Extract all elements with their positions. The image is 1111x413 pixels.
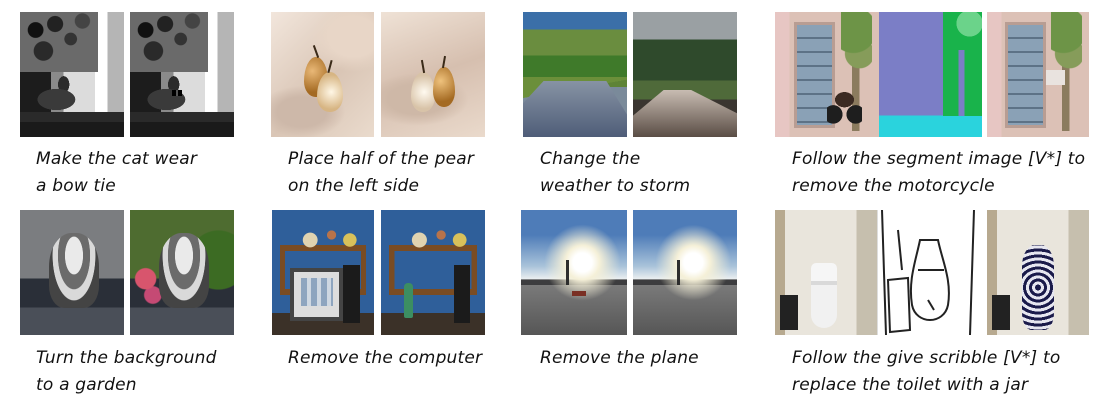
trash-bin: [992, 295, 1011, 330]
example-7-caption: Remove the plane: [540, 345, 699, 372]
example-7-output-image: [633, 210, 737, 335]
example-6-input-image: [272, 210, 374, 335]
caption-line: to a garden: [36, 375, 137, 395]
caption-line: Remove the computer: [288, 348, 483, 368]
jar: [1021, 245, 1055, 330]
foliage: [20, 12, 98, 72]
caption-line: remove the motorcycle: [792, 176, 995, 196]
segment-region: [951, 12, 982, 50]
wall-box: [1046, 69, 1065, 85]
caption-line: Place half of the pear: [288, 149, 475, 169]
pear-stem: [312, 45, 320, 58]
computer-tower: [343, 265, 360, 323]
caption-line: replace the toilet with a jar: [792, 375, 1029, 395]
foliage: [130, 12, 208, 72]
example-8-output-image: [987, 210, 1089, 335]
example-3-output-image: [633, 12, 737, 137]
bow-tie: [171, 89, 182, 96]
example-1-caption: Make the cat wear a bow tie: [36, 146, 197, 200]
pear: [317, 72, 343, 112]
toilet: [810, 262, 838, 328]
example-4-input-image: [775, 12, 879, 137]
computer-monitor: [290, 267, 344, 321]
example-5-caption: Turn the background to a garden: [36, 345, 217, 399]
example-1-output-image: [130, 12, 234, 137]
caption-line: a bow tie: [36, 176, 116, 196]
example-3-caption: Change the weather to storm: [540, 146, 690, 200]
example-8-input-image: [775, 210, 877, 335]
caption-line: Turn the background: [36, 348, 217, 368]
road: [523, 80, 627, 137]
tower: [565, 260, 569, 285]
example-4-caption: Follow the segment image [V*] to remove …: [792, 146, 1085, 200]
plane: [571, 291, 586, 297]
computer-tower: [453, 265, 471, 323]
example-5-output-image: [130, 210, 234, 335]
example-5-input-image: [20, 210, 124, 335]
road: [633, 89, 737, 137]
caption-line: Change the: [540, 149, 641, 169]
cat: [159, 232, 210, 308]
door: [1005, 22, 1047, 128]
trash-bin: [780, 295, 799, 330]
example-8-caption: Follow the give scribble [V*] to replace…: [792, 345, 1060, 399]
example-1-input-image: [20, 12, 124, 137]
example-4-output-image: [987, 12, 1089, 137]
caption-line: weather to storm: [540, 176, 691, 196]
example-6-output-image: [381, 210, 485, 335]
caption-line: Follow the segment image [V*] to: [792, 149, 1086, 169]
pear: [411, 72, 435, 112]
example-2-output-image: [381, 12, 485, 137]
example-4-segment-image: [879, 12, 982, 137]
caption-line: on the left side: [288, 176, 420, 196]
caption-line: Remove the plane: [540, 348, 699, 368]
example-3-input-image: [523, 12, 627, 137]
cat: [49, 232, 100, 308]
shelf-items: [407, 225, 470, 250]
example-2-input-image: [271, 12, 374, 137]
pear: [433, 67, 455, 107]
example-6-caption: Remove the computer: [288, 345, 482, 372]
caption-line: Follow the give scribble [V*] to: [792, 348, 1061, 368]
tower: [676, 260, 680, 285]
scribble-sketch: [881, 210, 975, 335]
shelf-items: [297, 225, 359, 250]
example-8-scribble-image: [877, 210, 983, 335]
example-7-input-image: [521, 210, 627, 335]
caption-line: Make the cat wear: [36, 149, 198, 169]
bottle: [403, 282, 414, 318]
motorcycle: [827, 84, 863, 127]
example-2-caption: Place half of the pear on the left side: [288, 146, 474, 200]
